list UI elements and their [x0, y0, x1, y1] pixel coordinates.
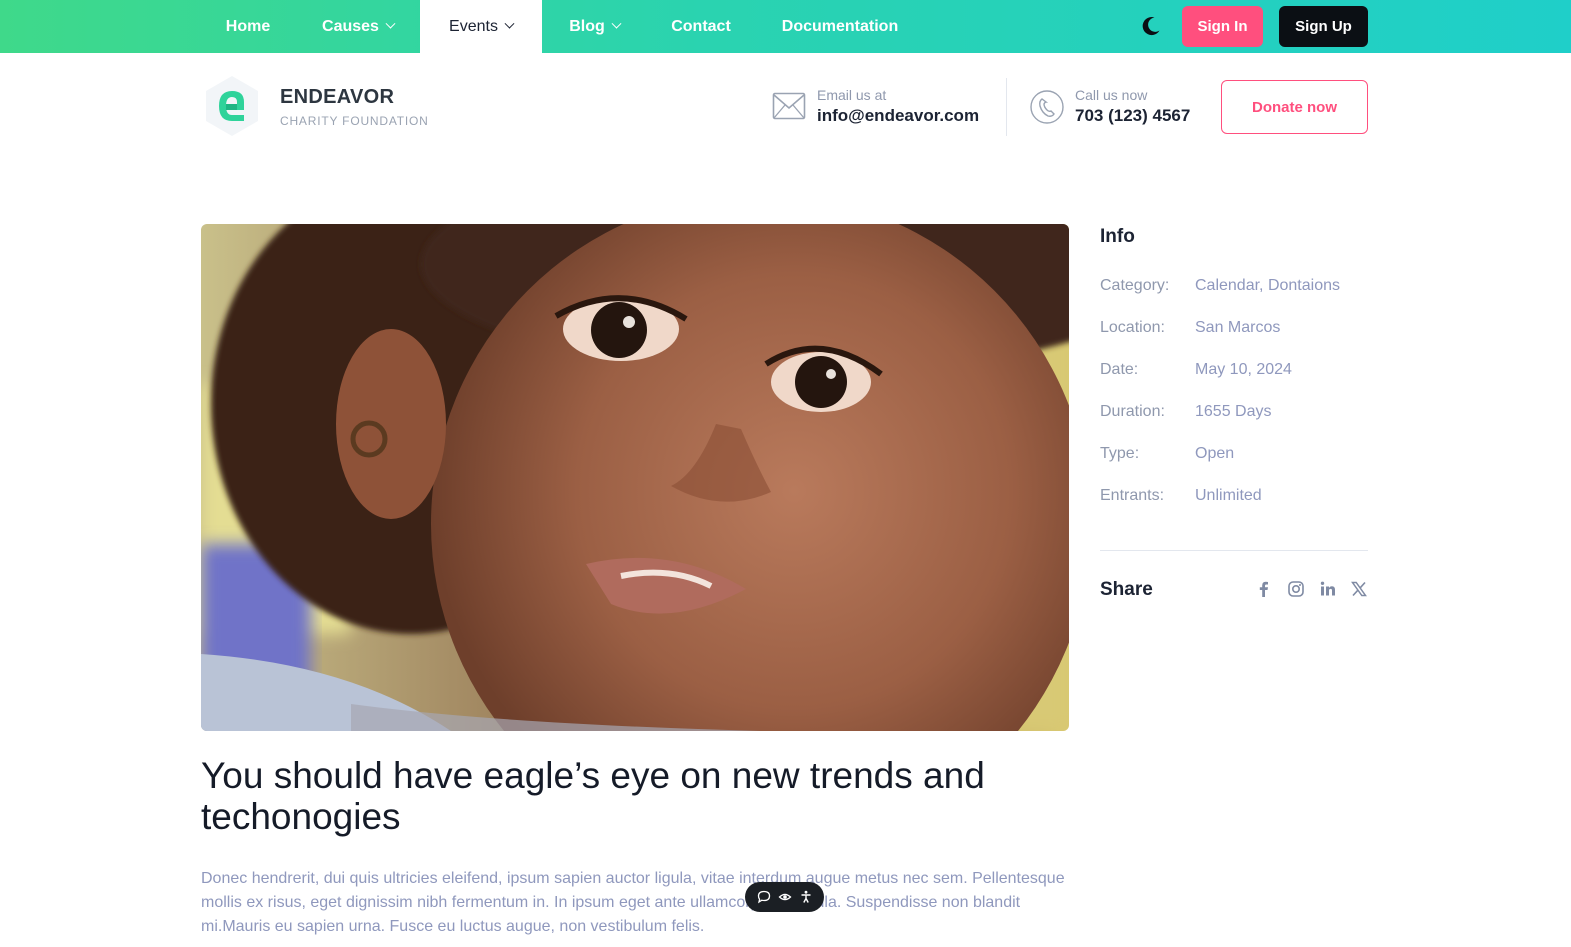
header-divider [1006, 78, 1007, 136]
chat-bubble-icon[interactable] [756, 889, 772, 905]
nav-contact[interactable]: Contact [647, 0, 755, 53]
info-key: Duration: [1100, 403, 1165, 420]
floating-toolbar [745, 882, 824, 912]
info-value: May 10, 2024 [1195, 361, 1292, 378]
linkedin-icon[interactable] [1319, 580, 1337, 598]
nav-home[interactable]: Home [200, 0, 296, 53]
info-row-category: Category: Calendar, Dontaions [1100, 277, 1370, 301]
envelope-icon [772, 92, 806, 125]
info-key: Type: [1100, 445, 1140, 462]
info-value: San Marcos [1195, 319, 1281, 336]
info-key: Date: [1100, 361, 1139, 378]
logo-icon [206, 76, 258, 136]
nav-documentation-label: Documentation [781, 17, 899, 35]
phone-link[interactable]: 703 (123) 4567 [1075, 106, 1190, 126]
nav-events-label: Events [449, 17, 498, 35]
post-title: You should have eagle’s eye on new trend… [201, 755, 985, 837]
nav-events[interactable]: Events [420, 0, 542, 53]
info-row-duration: Duration: 1655 Days [1100, 403, 1370, 427]
donate-now-button[interactable]: Donate now [1221, 80, 1368, 134]
x-icon[interactable] [1350, 580, 1368, 598]
info-key: Category: [1100, 277, 1170, 294]
nav-blog[interactable]: Blog [542, 0, 647, 53]
moon-icon[interactable] [1140, 15, 1162, 37]
brand-name: ENDEAVOR [280, 86, 395, 108]
chevron-down-icon [611, 18, 622, 29]
info-key: Entrants: [1100, 487, 1165, 504]
sign-up-button[interactable]: Sign Up [1279, 6, 1368, 47]
info-row-entrants: Entrants: Unlimited [1100, 487, 1370, 511]
nav-causes[interactable]: Causes [296, 0, 420, 53]
brand-logo[interactable] [200, 74, 264, 138]
nav-contact-label: Contact [671, 17, 731, 35]
info-key: Location: [1100, 319, 1165, 336]
event-hero-image [201, 224, 1069, 731]
nav-causes-label: Causes [322, 17, 379, 35]
email-link[interactable]: info@endeavor.com [817, 106, 979, 126]
email-label: Email us at [817, 87, 887, 103]
phone-icon [1029, 89, 1065, 130]
top-navigation-bar: Home Causes Events Blog Contact Document… [0, 0, 1571, 53]
facebook-icon[interactable] [1255, 580, 1273, 598]
info-value: Open [1195, 445, 1235, 462]
eye-icon[interactable] [777, 889, 793, 905]
chevron-down-icon [504, 18, 515, 29]
info-value: 1655 Days [1195, 403, 1272, 420]
sidebar-divider [1100, 550, 1368, 551]
accessibility-icon[interactable] [798, 889, 814, 905]
phone-label: Call us now [1075, 87, 1148, 103]
info-value: Calendar, Dontaions [1195, 277, 1340, 294]
nav-home-label: Home [225, 17, 271, 35]
sign-in-button[interactable]: Sign In [1182, 6, 1263, 47]
post-body-text: Donec hendrerit, dui quis ultricies elei… [201, 870, 1065, 935]
info-value: Unlimited [1195, 487, 1262, 504]
info-row-date: Date: May 10, 2024 [1100, 361, 1370, 385]
nav-documentation[interactable]: Documentation [755, 0, 925, 53]
chevron-down-icon [385, 18, 396, 29]
info-row-location: Location: San Marcos [1100, 319, 1370, 343]
nav-blog-label: Blog [569, 17, 605, 35]
info-heading: Info [1100, 226, 1135, 247]
info-row-type: Type: Open [1100, 445, 1370, 469]
share-heading: Share [1100, 579, 1153, 600]
instagram-icon[interactable] [1287, 580, 1305, 598]
brand-subtitle: CHARITY FOUNDATION [280, 114, 429, 128]
